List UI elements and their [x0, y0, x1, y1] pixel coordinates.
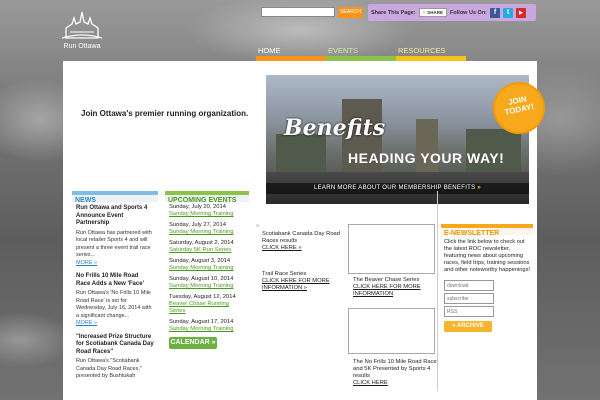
event-link[interactable]: Sunday Morning Training [169, 265, 245, 272]
nav-events[interactable]: EVENTS [326, 45, 396, 61]
column-divider [437, 191, 438, 391]
middle-item-text: Trail Race Series [262, 271, 307, 277]
nav-resources[interactable]: RESOURCES [396, 45, 466, 61]
event-date: Sunday, August 17, 2014 [169, 319, 234, 325]
news-item: Run Ottawa and Sports 4 Announce Event P… [72, 202, 158, 267]
event-date: Sunday, July 20, 2014 [169, 204, 226, 210]
tagline: Join Ottawa's premier running organizati… [81, 109, 249, 118]
event-date: Saturday, August 2, 2014 [169, 240, 234, 246]
share-bar: Share This Page: + SHARE Follow Us On: f… [368, 4, 536, 21]
event-item: Sunday, August 17, 2014 Sunday Morning T… [165, 315, 249, 333]
middle-item-text: Scotiabank Canada Day Road Races results [262, 231, 340, 244]
event-link[interactable]: Sunday Morning Training [169, 326, 245, 333]
search-area: SEARCH [261, 7, 363, 18]
middle-bullet-icon: » [256, 223, 260, 229]
middle-item-link[interactable]: CLICK HERE [353, 380, 437, 387]
news-item: "Increased Prize Structure for Scotiaban… [72, 328, 158, 381]
news-column: NEWS Run Ottawa and Sports 4 Announce Ev… [72, 191, 158, 381]
newsletter-rss-field[interactable] [444, 306, 494, 317]
news-title[interactable]: "Increased Prize Structure for Scotiaban… [76, 334, 154, 357]
event-link[interactable]: Sunday Morning Training [169, 211, 245, 218]
newsletter-subscribe-field[interactable] [444, 293, 494, 304]
enewsletter-text: Click the link below to check out the la… [444, 239, 531, 273]
no-frills-thumbnail[interactable] [348, 308, 435, 354]
hero-banner[interactable]: Benefits HEADING YOUR WAY! LEARN MORE AB… [266, 75, 529, 204]
middle-item-trail: Trail Race Series CLICK HERE FOR MORE IN… [262, 271, 337, 292]
hero-membership-link[interactable]: LEARN MORE ABOUT OUR MEMBERSHIP BENEFITS… [266, 183, 529, 194]
event-date: Tuesday, August 12, 2014 [169, 294, 236, 300]
share-button-label: SHARE [427, 10, 444, 15]
middle-item-text: The Beaver Chase Series [353, 277, 420, 283]
hero-link-text: LEARN MORE ABOUT OUR MEMBERSHIP BENEFITS [313, 185, 476, 191]
middle-item-results: Scotiabank Canada Day Road Races results… [262, 231, 342, 252]
middle-item-link[interactable]: CLICK HERE » [262, 245, 342, 252]
share-plus-icon: + [422, 10, 426, 15]
content-panel: Join Ottawa's premier running organizati… [63, 61, 548, 400]
search-button[interactable]: SEARCH [338, 7, 363, 18]
archive-button[interactable]: « ARCHIVE [444, 321, 492, 332]
middle-item-no-frills: The No Frills 10 Mile Road Race and 5K P… [353, 359, 437, 387]
twitter-icon[interactable]: t [503, 7, 514, 18]
enewsletter-heading: E-NEWSLETTER [441, 224, 533, 237]
nav-home[interactable]: HOME [256, 45, 326, 61]
event-item: Sunday, August 3, 2014 Sunday Morning Tr… [165, 254, 249, 272]
event-date: Sunday, July 27, 2014 [169, 222, 226, 228]
share-label: Share This Page: [371, 9, 416, 16]
event-link[interactable]: Saturday 5K Run Series [169, 247, 245, 254]
event-item: Tuesday, August 12, 2014 Beaver Chase Ru… [165, 290, 249, 315]
parliament-logo-icon [61, 11, 103, 39]
middle-item-text: The No Frills 10 Mile Road Race and 5K P… [353, 359, 437, 379]
event-item: Saturday, August 2, 2014 Saturday 5K Run… [165, 236, 249, 254]
news-title[interactable]: Run Ottawa and Sports 4 Announce Event P… [76, 205, 154, 228]
calendar-button[interactable]: CALENDAR » [169, 337, 217, 349]
share-button[interactable]: + SHARE [418, 8, 448, 17]
news-body: Run Ottawa has partnered with local reta… [76, 229, 152, 259]
search-input[interactable] [261, 7, 335, 17]
youtube-icon[interactable]: ▶ [516, 7, 527, 18]
newsletter-download-field[interactable] [444, 280, 494, 291]
event-link[interactable]: Sunday Morning Training [169, 229, 245, 236]
beaver-chase-thumbnail[interactable] [348, 224, 435, 274]
event-date: Sunday, August 3, 2014 [169, 258, 231, 264]
hero-arrows-icon: » [477, 185, 482, 191]
events-heading: UPCOMING EVENTS [165, 191, 249, 204]
nav-home-label: HOME [258, 46, 281, 55]
logo-text: Run Ottawa [63, 43, 101, 50]
middle-item-link[interactable]: CLICK HERE FOR MORE INFORMATION [353, 284, 437, 298]
event-item: Sunday, July 27, 2014 Sunday Morning Tra… [165, 218, 249, 236]
hero-title: Benefits [284, 115, 386, 141]
event-link[interactable]: Beaver Chase Running Series [169, 301, 239, 315]
event-link[interactable]: Sunday Morning Training [169, 283, 245, 290]
news-item: No Frills 10 Mile Road Race Adds a New '… [72, 267, 158, 328]
nav-resources-label: RESOURCES [398, 46, 446, 55]
event-item: Sunday, August 10, 2014 Sunday Morning T… [165, 272, 249, 290]
middle-item-beaver: The Beaver Chase Series CLICK HERE FOR M… [353, 277, 437, 298]
facebook-icon[interactable]: f [490, 7, 501, 18]
main-nav: HOME EVENTS RESOURCES [256, 45, 466, 61]
event-item: Sunday, July 20, 2014 Sunday Morning Tra… [165, 202, 249, 218]
enewsletter-column: E-NEWSLETTER Click the link below to che… [441, 224, 533, 336]
news-heading: NEWS [72, 191, 158, 204]
nav-events-label: EVENTS [328, 46, 359, 55]
events-column: UPCOMING EVENTS Sunday, July 20, 2014 Su… [165, 191, 249, 349]
hero-subtitle: HEADING YOUR WAY! [348, 150, 505, 166]
middle-item-link[interactable]: CLICK HERE FOR MORE INFORMATION » [262, 278, 337, 292]
news-body: Run Ottawa's "Scotiabank Canada Day Road… [76, 358, 142, 379]
news-body: Run Ottawa's 'No Frills 10 Mile Road Rac… [76, 290, 152, 319]
news-more-link[interactable]: MORE » [76, 320, 154, 328]
site-logo[interactable]: Run Ottawa [58, 8, 106, 62]
news-more-link[interactable]: MORE » [76, 260, 154, 268]
event-date: Sunday, August 10, 2014 [169, 276, 234, 282]
news-title[interactable]: No Frills 10 Mile Road Race Adds a New '… [76, 273, 154, 288]
follow-label: Follow Us On: [450, 9, 488, 16]
